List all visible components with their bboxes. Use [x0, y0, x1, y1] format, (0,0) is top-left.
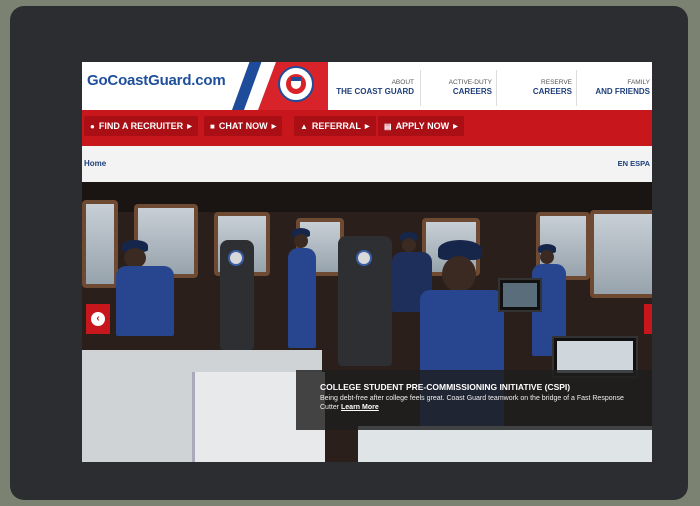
find-a-recruiter-button[interactable]: ● FIND A RECRUITER ▶: [84, 116, 198, 136]
website: GoCoastGuard.com ABOUT THE COAST GUARD AC…: [82, 62, 652, 462]
chat-icon: ■: [210, 121, 215, 131]
nav-divider: [496, 70, 497, 106]
breadcrumb-home[interactable]: Home: [84, 159, 106, 168]
carousel-next-button[interactable]: [644, 304, 652, 334]
hero-image-chair: [220, 240, 254, 350]
language-link[interactable]: EN ESPA: [618, 159, 650, 168]
chevron-right-icon: ▶: [453, 123, 458, 130]
referral-button[interactable]: ▲ REFERRAL ▶: [294, 116, 376, 136]
site-logo[interactable]: GoCoastGuard.com: [87, 72, 226, 89]
referral-icon: ▲: [300, 121, 308, 131]
nav-about[interactable]: ABOUT THE COAST GUARD: [336, 78, 414, 96]
nav-divider: [420, 70, 421, 106]
chevron-left-icon: ‹: [91, 312, 105, 326]
screenshot-frame: GoCoastGuard.com ABOUT THE COAST GUARD AC…: [10, 6, 688, 500]
chevron-right-icon: ▶: [364, 123, 370, 130]
action-bar: ● FIND A RECRUITER ▶ ■ CHAT NOW ▶ ▲ REFE…: [82, 110, 652, 146]
learn-more-link[interactable]: Learn More: [341, 404, 379, 411]
hero-caption: COLLEGE STUDENT PRE-COMMISSIONING INITIA…: [296, 370, 652, 430]
nav-divider: [576, 70, 577, 106]
chevron-right-icon: ▶: [187, 123, 192, 130]
hero-description: Being debt-free after college feels grea…: [320, 395, 624, 411]
hero-image-chart-table: [358, 426, 652, 462]
nav-family-and-friends[interactable]: FAMILY AND FRIENDS: [595, 78, 650, 96]
location-pin-icon: ●: [90, 121, 95, 131]
hero-image-window: [590, 210, 652, 298]
carousel-prev-button[interactable]: ‹: [86, 304, 110, 334]
hero-image-window: [82, 200, 118, 288]
nav-reserve-careers[interactable]: RESERVE CAREERS: [533, 78, 572, 96]
form-icon: ▤: [384, 121, 392, 131]
breadcrumb-bar: Home EN ESPA: [82, 146, 652, 182]
site-header: GoCoastGuard.com ABOUT THE COAST GUARD AC…: [82, 62, 652, 114]
chat-now-button[interactable]: ■ CHAT NOW ▶: [204, 116, 283, 136]
chevron-right-icon: ▶: [271, 123, 277, 130]
hero-title: COLLEGE STUDENT PRE-COMMISSIONING INITIA…: [320, 382, 571, 392]
apply-now-button[interactable]: ▤ APPLY NOW ▶: [378, 116, 464, 136]
nav-active-duty-careers[interactable]: ACTIVE-DUTY CAREERS: [449, 78, 492, 96]
hero-image-chair: [338, 236, 392, 366]
hero-carousel: ‹ COLLEGE STUDENT PRE-COMMISSIONING INIT…: [82, 182, 652, 462]
coast-guard-emblem-icon[interactable]: [278, 66, 314, 102]
hero-image-monitor: [498, 278, 542, 312]
